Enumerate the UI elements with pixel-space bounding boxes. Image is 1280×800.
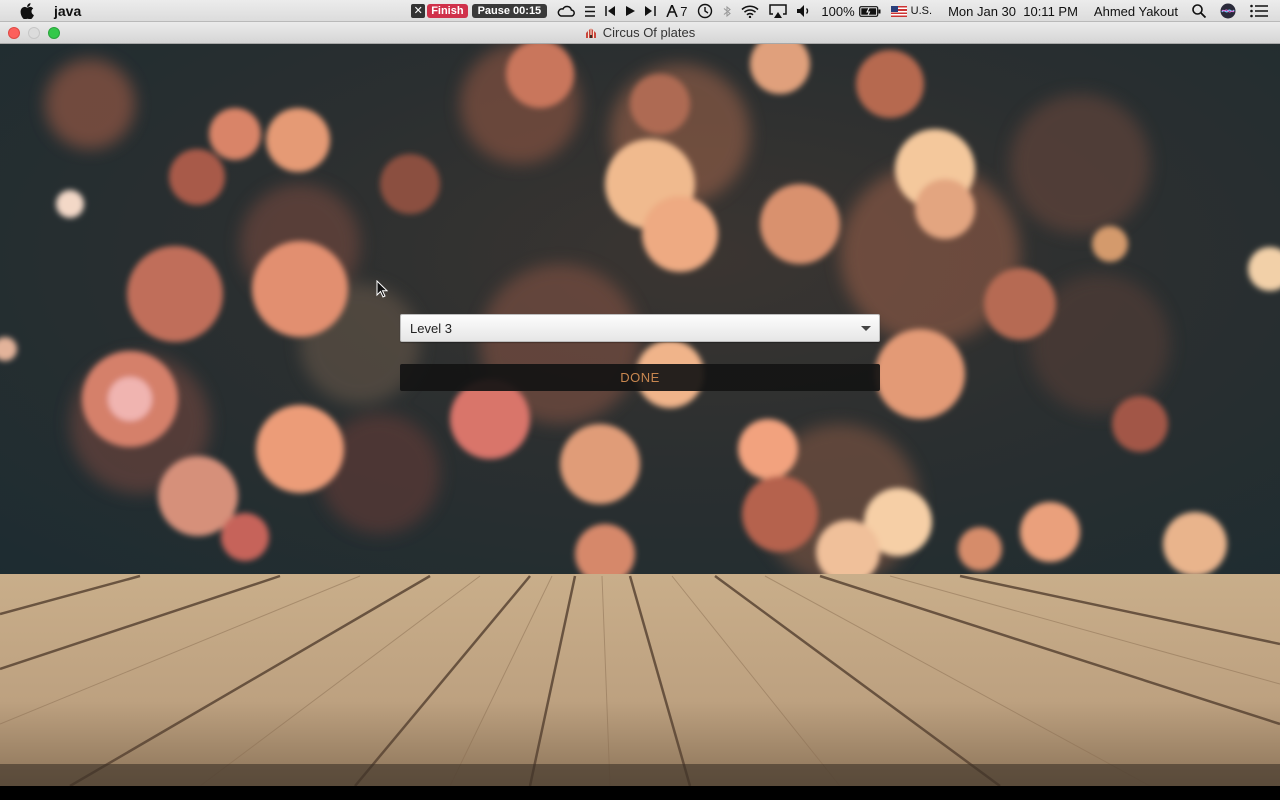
finish-recording-button[interactable]: Finish [427,4,468,18]
battery-percent: 100% [821,3,855,19]
done-button[interactable]: DONE [400,364,880,391]
battery-status[interactable]: 100% [821,3,881,19]
cloud-icon[interactable] [557,5,576,17]
bluetooth-icon[interactable] [723,5,732,18]
status-area: ✕ Finish Pause 00:15 7 100% U.S. Mon Jan… [411,0,1280,22]
notification-center-icon[interactable] [1250,4,1268,18]
user-name[interactable]: Ahmed Yakout [1094,4,1178,19]
translate-icon[interactable]: 7 [666,4,687,19]
siri-icon[interactable] [1220,3,1236,19]
battery-icon [858,5,881,17]
list-icon[interactable] [585,5,596,17]
wifi-icon[interactable] [741,5,759,18]
window-title: Circus Of plates [585,25,695,40]
done-button-label: DONE [620,370,660,385]
level-selected-value: Level 3 [410,320,452,336]
level-dropdown[interactable]: Level 3 [400,314,880,342]
time-machine-icon[interactable] [697,3,713,19]
airplay-icon[interactable] [769,4,788,18]
circus-tent-icon [585,27,596,38]
recorder-controls: ✕ Finish Pause 00:15 [411,4,548,18]
input-source-label: U.S. [910,5,933,17]
maximize-window-button[interactable] [48,27,60,39]
spotlight-icon[interactable] [1192,4,1206,18]
window-controls [8,27,60,39]
next-track-icon[interactable] [645,6,656,16]
apple-icon[interactable] [20,2,40,19]
wooden-table [0,574,1280,786]
menu-bar: java ✕ Finish Pause 00:15 7 100% U.S. Mo… [0,0,1280,22]
window-title-bar: Circus Of plates [0,22,1280,44]
recorder-close-icon[interactable]: ✕ [411,4,426,18]
clock[interactable]: Mon Jan 30 10:11 PM [948,4,1078,19]
prev-track-icon[interactable] [605,6,616,16]
play-icon[interactable] [626,6,636,16]
wood-planks [0,574,1280,786]
mouse-cursor-icon [376,280,388,298]
game-canvas: Level 3 DONE [0,44,1280,786]
bottom-edge [0,786,1280,800]
app-menu-name[interactable]: java [54,3,81,19]
bokeh-lights [0,44,1280,578]
flag-icon [890,5,907,17]
bokeh-background [0,44,1280,578]
caret-down-icon [861,325,871,331]
pause-recording-button[interactable]: Pause 00:15 [471,4,548,18]
window-title-text: Circus Of plates [602,25,696,40]
volume-icon[interactable] [797,5,811,17]
close-window-button[interactable] [8,27,20,39]
tab-count: 7 [680,3,688,19]
input-source[interactable]: U.S. [890,5,933,17]
minimize-window-button[interactable] [28,27,40,39]
